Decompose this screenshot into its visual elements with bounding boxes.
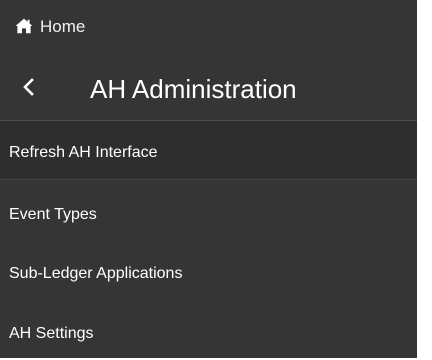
menu-item-label: Sub-Ledger Applications (9, 265, 183, 282)
navigation-panel: Home AH Administration Refresh AH Interf… (0, 0, 417, 358)
home-icon (15, 18, 33, 34)
menu-item-label: Event Types (9, 206, 97, 223)
divider (0, 179, 417, 180)
menu-item-label: Refresh AH Interface (9, 144, 158, 161)
menu-item-event-types[interactable]: Event Types (0, 184, 417, 242)
menu-item-refresh-ah-interface[interactable]: Refresh AH Interface (0, 121, 417, 179)
menu-item-sub-ledger-applications[interactable]: Sub-Ledger Applications (0, 243, 417, 301)
chevron-left-icon[interactable] (22, 78, 36, 96)
home-label: Home (40, 17, 86, 36)
menu-item-label: AH Settings (9, 325, 94, 342)
page-title: AH Administration (90, 74, 297, 104)
menu-item-ah-settings[interactable]: AH Settings (0, 302, 417, 360)
home-link[interactable]: Home (0, 0, 417, 58)
